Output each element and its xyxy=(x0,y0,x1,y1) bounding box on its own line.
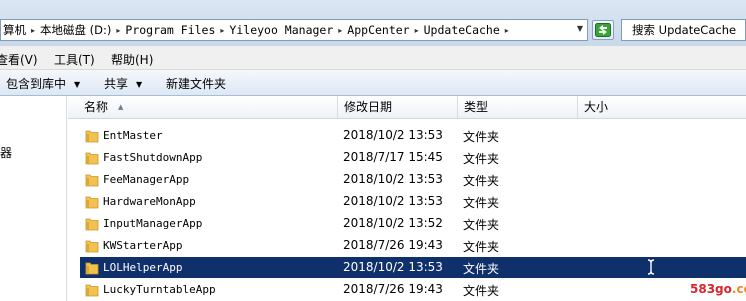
breadcrumb-segment[interactable]: UpdateCache xyxy=(422,23,502,37)
file-modified: 2018/10/2 13:53 xyxy=(343,128,443,142)
file-name: FeeManagerApp xyxy=(103,173,190,186)
file-type: 文件夹 xyxy=(463,152,500,166)
nav-item-label[interactable]: 器 xyxy=(0,144,12,161)
refresh-button[interactable] xyxy=(592,20,614,40)
breadcrumb-chevron-icon[interactable]: ▸ xyxy=(412,26,422,35)
sort-ascending-icon: ▲ xyxy=(118,103,124,111)
share-button[interactable]: 共享 ▼ xyxy=(104,75,142,92)
address-bar[interactable]: 算机 ▸ 本地磁盘 (D:) ▸ Program Files ▸ Yileyoo Manag… xyxy=(0,19,588,41)
file-row[interactable]: HardwareMonApp 2018/10/2 13:53 文件夹 xyxy=(80,191,746,212)
column-modified[interactable]: 修改日期 xyxy=(338,96,458,118)
column-type-label: 类型 xyxy=(464,100,489,114)
column-modified-label: 修改日期 xyxy=(344,100,393,114)
file-name: HardwareMonApp xyxy=(103,195,196,208)
menu-bar: 查看(V) 工具(T) 帮助(H) xyxy=(0,46,746,70)
folder-icon xyxy=(85,196,99,209)
file-type: 文件夹 xyxy=(463,240,500,254)
text-cursor-icon xyxy=(647,259,655,275)
folder-icon xyxy=(85,218,99,231)
column-name-label: 名称 xyxy=(84,100,109,114)
file-row[interactable]: EntMaster 2018/10/2 13:53 文件夹 xyxy=(80,125,746,146)
watermark-main: 583go xyxy=(690,282,732,296)
include-in-library-label: 包含到库中 xyxy=(6,77,67,91)
file-modified: 2018/10/2 13:53 xyxy=(343,260,443,274)
watermark-suffix: .com xyxy=(731,282,746,296)
file-name: KWStarterApp xyxy=(103,239,183,252)
breadcrumb-chevron-icon[interactable]: ▸ xyxy=(335,26,345,35)
menu-help[interactable]: 帮助(H) xyxy=(111,51,153,68)
file-modified: 2018/10/2 13:52 xyxy=(343,216,443,230)
command-toolbar: 包含到库中 ▼ 共享 ▼ 新建文件夹 xyxy=(0,70,746,96)
file-row[interactable]: FastShutdownApp 2018/7/17 15:45 文件夹 xyxy=(80,147,746,168)
file-name: FastShutdownApp xyxy=(103,151,203,164)
navigation-pane[interactable]: 器 xyxy=(0,96,67,301)
chevron-down-icon: ▼ xyxy=(74,80,81,89)
breadcrumb-segment[interactable]: AppCenter xyxy=(345,23,411,37)
file-row[interactable]: LuckyTurntableApp 2018/7/26 19:43 文件夹 xyxy=(80,279,746,300)
column-size-label: 大小 xyxy=(584,100,609,114)
file-type: 文件夹 xyxy=(463,174,500,188)
address-row: 算机 ▸ 本地磁盘 (D:) ▸ Program Files ▸ Yileyoo Manag… xyxy=(0,0,746,46)
folder-icon xyxy=(85,284,99,297)
file-type: 文件夹 xyxy=(463,196,500,210)
column-header: 名称 ▲ 修改日期 类型 大小 xyxy=(68,96,746,119)
folder-icon xyxy=(85,174,99,187)
file-modified: 2018/7/26 19:43 xyxy=(343,238,443,252)
new-folder-button[interactable]: 新建文件夹 xyxy=(166,75,226,92)
file-type: 文件夹 xyxy=(463,262,500,276)
chevron-down-icon: ▼ xyxy=(136,80,143,89)
file-name: EntMaster xyxy=(103,129,163,142)
menu-tools[interactable]: 工具(T) xyxy=(54,51,95,68)
breadcrumb-chevron-icon[interactable]: ▸ xyxy=(113,26,123,35)
folder-icon xyxy=(85,130,99,143)
menu-view[interactable]: 查看(V) xyxy=(0,51,38,68)
folder-icon xyxy=(85,240,99,253)
breadcrumb-segment[interactable]: Yileyoo Manager xyxy=(227,23,335,37)
address-dropdown-icon[interactable]: ▼ xyxy=(577,24,583,33)
column-type[interactable]: 类型 xyxy=(458,96,578,118)
include-in-library-button[interactable]: 包含到库中 ▼ xyxy=(6,75,80,92)
column-size[interactable]: 大小 xyxy=(578,96,746,118)
file-modified: 2018/7/17 15:45 xyxy=(343,150,443,164)
folder-icon xyxy=(85,152,99,165)
breadcrumb-chevron-icon[interactable]: ▸ xyxy=(28,26,38,35)
file-type: 文件夹 xyxy=(463,284,500,298)
column-name[interactable]: 名称 ▲ xyxy=(68,96,338,118)
breadcrumb-segment[interactable]: Program Files xyxy=(123,23,217,37)
file-modified: 2018/10/2 13:53 xyxy=(343,194,443,208)
breadcrumb-segment[interactable]: 算机 xyxy=(1,22,28,38)
site-watermark: 583go.com xyxy=(690,282,746,296)
file-modified: 2018/10/2 13:53 xyxy=(343,172,443,186)
breadcrumb-chevron-icon[interactable]: ▸ xyxy=(217,26,227,35)
share-label: 共享 xyxy=(104,77,129,91)
file-type: 文件夹 xyxy=(463,130,500,144)
file-row[interactable]: InputManagerApp 2018/10/2 13:52 文件夹 xyxy=(80,213,746,234)
file-name: LOLHelperApp xyxy=(103,261,183,274)
file-row[interactable]: KWStarterApp 2018/7/26 19:43 文件夹 xyxy=(80,235,746,256)
search-placeholder: 搜索 UpdateCache xyxy=(632,23,737,37)
file-row[interactable]: FeeManagerApp 2018/10/2 13:53 文件夹 xyxy=(80,169,746,190)
refresh-icon xyxy=(595,23,611,37)
file-type: 文件夹 xyxy=(463,218,500,232)
search-input[interactable]: 搜索 UpdateCache xyxy=(621,19,746,41)
breadcrumb-segment[interactable]: 本地磁盘 (D:) xyxy=(38,22,113,38)
breadcrumb-chevron-icon[interactable]: ▸ xyxy=(502,26,512,35)
file-name: LuckyTurntableApp xyxy=(103,283,216,296)
file-modified: 2018/7/26 19:43 xyxy=(343,282,443,296)
file-name: InputManagerApp xyxy=(103,217,203,230)
folder-icon xyxy=(85,262,99,275)
